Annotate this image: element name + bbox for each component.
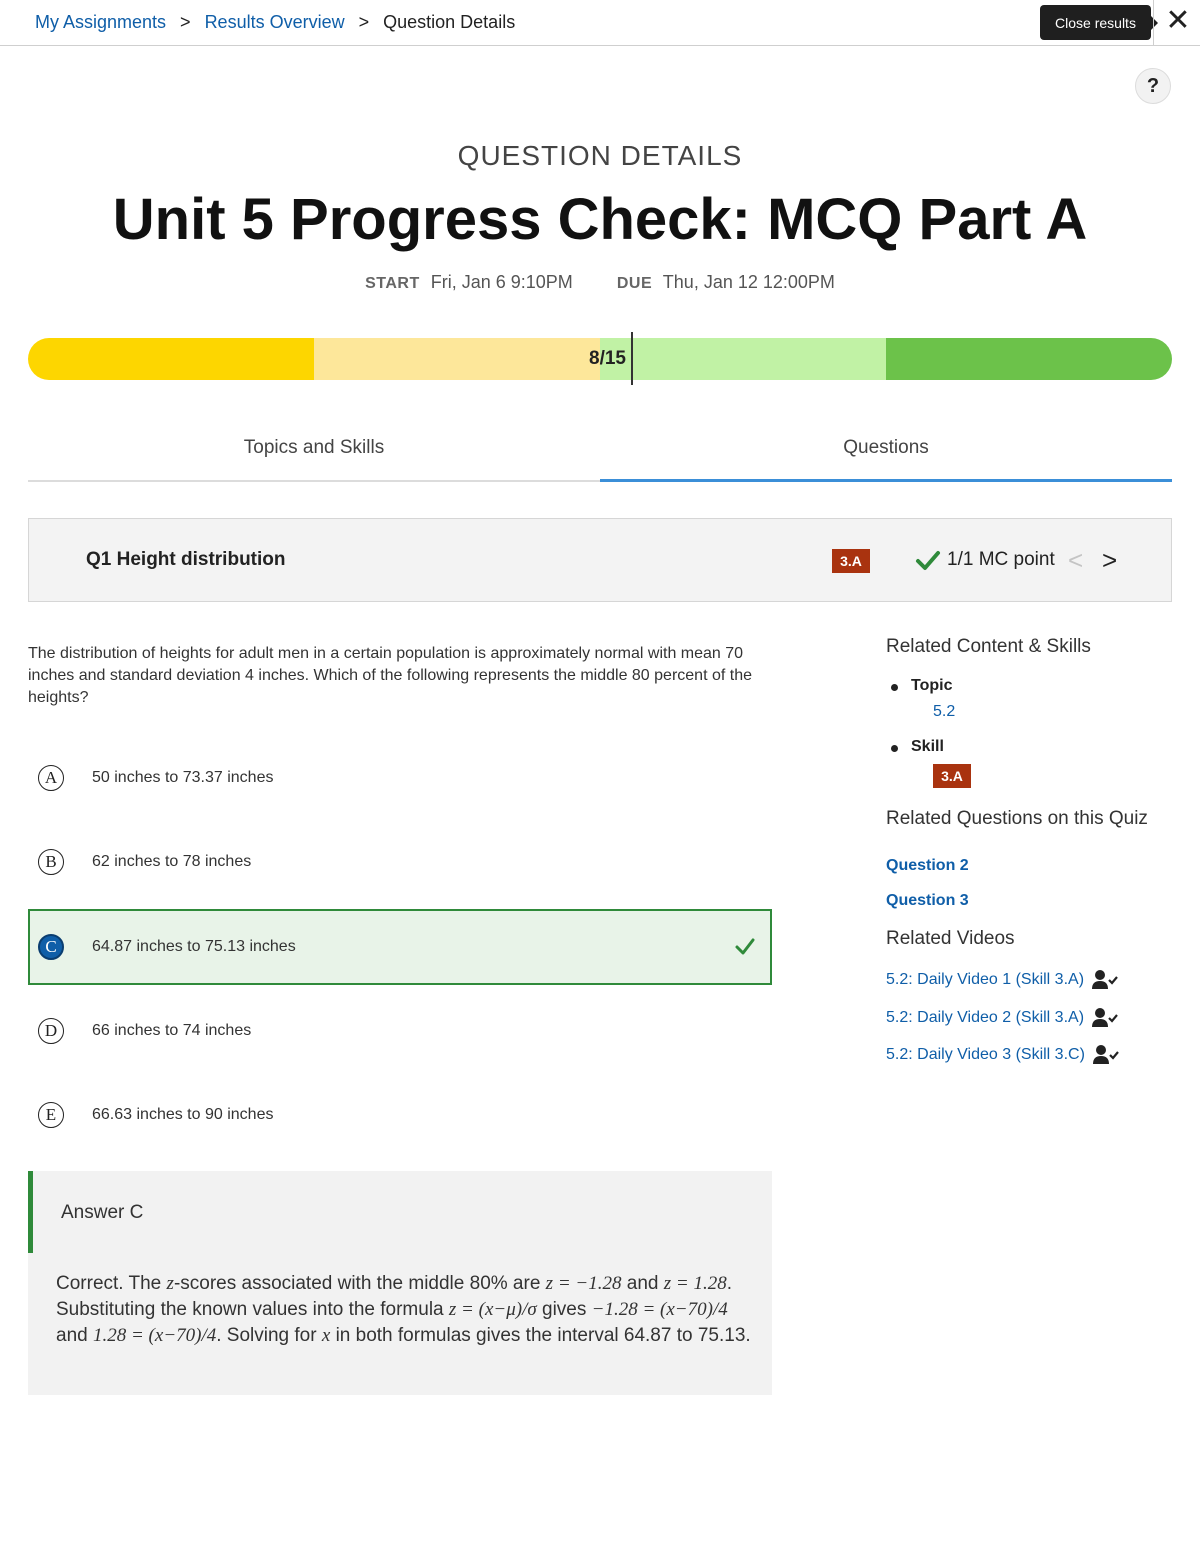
progress-band-2 (314, 338, 600, 380)
answer-choice-e[interactable]: E 66.63 inches to 90 inches (28, 1077, 772, 1153)
divider (1153, 0, 1154, 46)
person-check-icon (1092, 1008, 1118, 1027)
topic-label: Topic (890, 677, 953, 694)
question-points: 1/1 MC point (915, 547, 1055, 573)
choice-letter: C (38, 934, 64, 960)
close-results-tooltip: Close results (1040, 5, 1158, 40)
points-label: 1/1 MC point (947, 549, 1055, 570)
video-link[interactable]: 5.2: Daily Video 2 (Skill 3.A) (886, 1009, 1084, 1027)
question-header: Q1 Height distribution 3.A 1/1 MC point … (28, 518, 1172, 602)
explanation-accent-bar (28, 1171, 33, 1253)
score-label: 8/15 (589, 348, 626, 369)
related-questions-heading: Related Questions on this Quiz (886, 808, 1148, 829)
checkmark-icon (916, 551, 940, 570)
tab-bar: Topics and Skills Questions (28, 420, 1172, 482)
correct-check-icon (735, 938, 755, 955)
question-title: Q1 Height distribution (86, 549, 286, 570)
breadcrumb-current: Question Details (383, 12, 516, 32)
answer-choice-d[interactable]: D 66 inches to 74 inches (28, 993, 772, 1069)
answer-choice-c[interactable]: C 64.87 inches to 75.13 inches (28, 909, 772, 985)
score-marker (631, 332, 633, 385)
choice-text: 64.87 inches to 75.13 inches (92, 938, 296, 955)
skill-label: Skill (891, 738, 944, 755)
tab-questions[interactable]: Questions (600, 420, 1172, 482)
choice-text: 50 inches to 73.37 inches (92, 769, 274, 786)
chevron-right-icon: > (180, 12, 191, 32)
video-link[interactable]: 5.2: Daily Video 1 (Skill 3.A) (886, 971, 1084, 989)
top-bar: My Assignments > Results Overview > Ques… (0, 0, 1200, 46)
related-content-heading: Related Content & Skills (886, 636, 1091, 657)
chevron-right-icon: > (358, 12, 370, 32)
explanation-title: Answer C (61, 1202, 144, 1223)
due-label: DUE (616, 275, 653, 292)
explanation-text: Correct. The z-scores associated with th… (56, 1273, 751, 1346)
page-title: Unit 5 Progress Check: MCQ Part A (112, 187, 1088, 252)
person-check-icon (1092, 1045, 1119, 1064)
question-text: The distribution of heights for adult me… (28, 645, 752, 706)
choice-letter: D (38, 1018, 64, 1044)
video-item[interactable]: 5.2: Daily Video 2 (Skill 3.A) (886, 1007, 1118, 1029)
close-icon[interactable]: ✕ (1162, 4, 1194, 38)
chevron-right-icon[interactable]: > (1102, 545, 1117, 576)
skill-badge: 3.A (832, 549, 870, 573)
topic-link[interactable]: 5.2 (933, 703, 955, 721)
breadcrumb-results-overview[interactable]: Results Overview (205, 12, 345, 33)
related-question-link[interactable]: Question 3 (886, 892, 969, 910)
answer-explanation: Answer C Correct. The z-scores associate… (28, 1171, 772, 1395)
chevron-left-icon[interactable]: < (1068, 545, 1083, 576)
related-question-link[interactable]: Question 2 (886, 857, 969, 875)
start-label: START (365, 275, 420, 292)
due-value: Thu, Jan 12 12:00PM (662, 272, 835, 292)
start-value: Fri, Jan 6 9:10PM (430, 272, 573, 292)
breadcrumb: My Assignments > Results Overview > Ques… (35, 12, 515, 33)
answer-choice-a[interactable]: A 50 inches to 73.37 inches (28, 740, 772, 816)
help-button[interactable]: ? (1135, 68, 1171, 104)
progress-band-3 (600, 338, 886, 380)
page-kicker: QUESTION DETAILS (457, 140, 743, 171)
choice-letter: B (38, 849, 64, 875)
choice-text: 66 inches to 74 inches (92, 1022, 252, 1039)
video-item[interactable]: 5.2: Daily Video 3 (Skill 3.C) (886, 1044, 1119, 1066)
breadcrumb-my-assignments[interactable]: My Assignments (35, 12, 166, 33)
related-videos-heading: Related Videos (886, 928, 1015, 949)
answer-choice-b[interactable]: B 62 inches to 78 inches (28, 824, 772, 900)
choice-text: 66.63 inches to 90 inches (92, 1106, 274, 1123)
choice-letter: E (38, 1102, 64, 1128)
tab-topics-and-skills[interactable]: Topics and Skills (28, 420, 600, 480)
video-item[interactable]: 5.2: Daily Video 1 (Skill 3.A) (886, 969, 1118, 991)
choice-text: 62 inches to 78 inches (92, 853, 252, 870)
choice-letter: A (38, 765, 64, 791)
progress-band-1 (28, 338, 314, 380)
skill-badge-side: 3.A (933, 764, 971, 788)
assignment-dates: START Fri, Jan 6 9:10PM DUE Thu, Jan 12 … (0, 272, 1200, 293)
progress-band-4 (886, 338, 1172, 380)
person-check-icon (1092, 970, 1118, 989)
video-link[interactable]: 5.2: Daily Video 3 (Skill 3.C) (886, 1046, 1085, 1064)
